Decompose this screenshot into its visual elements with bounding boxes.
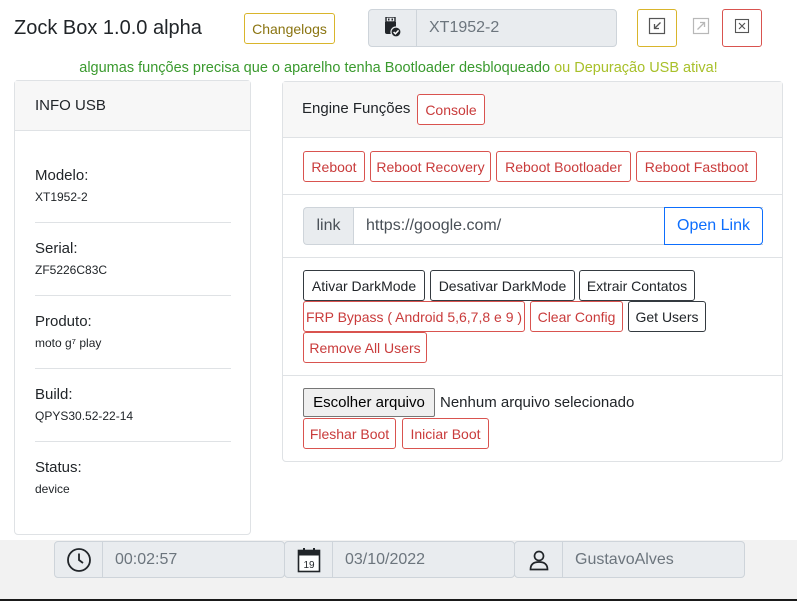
iniciar-boot-button[interactable]: Iniciar Boot (402, 418, 489, 449)
calendar-icon: 19 (285, 542, 333, 577)
clear-config-button[interactable]: Clear Config (530, 301, 623, 332)
date-value: 03/10/2022 (345, 550, 426, 568)
info-item-produto: Produto: moto g⁷ play (35, 313, 231, 350)
device-name: XT1952-2 (429, 19, 500, 36)
remove-all-users-button[interactable]: Remove All Users (303, 332, 427, 363)
user-field: GustavoAlves (514, 541, 745, 578)
device-selector[interactable]: XT1952-2 (368, 9, 617, 47)
info-label: Status: (35, 459, 82, 476)
restore-icon (648, 17, 666, 40)
changelogs-button[interactable]: Changelogs (244, 13, 335, 44)
frp-bypass-button[interactable]: FRP Bypass ( Android 5,6,7,8 e 9 ) (303, 301, 525, 332)
timer-field: 00:02:57 (54, 541, 285, 578)
warning-message-part2: ou Depuração USB ativa! (550, 60, 718, 76)
maximize-icon (692, 17, 710, 40)
user-icon (515, 542, 563, 577)
info-value: device (35, 482, 70, 496)
info-item-modelo: Modelo: XT1952-2 (35, 167, 231, 204)
user-value: GustavoAlves (575, 550, 674, 568)
info-label: Build: (35, 386, 73, 403)
timer-value: 00:02:57 (115, 550, 178, 568)
restore-window-button[interactable] (637, 9, 677, 47)
info-label: Produto: (35, 313, 92, 330)
fleshar-boot-button[interactable]: Fleshar Boot (303, 418, 396, 449)
reboot-fastboot-button[interactable]: Reboot Fastboot (636, 151, 757, 182)
info-value: QPYS30.52-22-14 (35, 409, 134, 423)
get-users-button[interactable]: Get Users (628, 301, 706, 332)
divider (283, 194, 782, 195)
engine-header: Engine Funções Console (283, 82, 782, 138)
close-icon (734, 18, 750, 39)
reboot-bootloader-button[interactable]: Reboot Bootloader (496, 151, 631, 182)
divider (283, 375, 782, 376)
extrair-contatos-button[interactable]: Extrair Contatos (579, 270, 695, 301)
date-field: 19 03/10/2022 (284, 541, 515, 578)
ativar-darkmode-button[interactable]: Ativar DarkMode (303, 270, 425, 301)
engine-title: Engine Funções (302, 100, 411, 117)
engine-panel: Engine Funções Console Reboot Reboot Rec… (282, 81, 783, 462)
desativar-darkmode-button[interactable]: Desativar DarkMode (430, 270, 575, 301)
calendar-day: 19 (303, 560, 315, 571)
maximize-window-button[interactable] (681, 9, 721, 47)
divider (35, 441, 231, 442)
info-usb-panel: INFO USB Modelo: XT1952-2 Serial: ZF5226… (14, 80, 251, 535)
divider (35, 368, 231, 369)
info-value: ZF5226C83C (35, 263, 108, 277)
warning-message-part1: algumas funções precisa que o aparelho t… (79, 60, 551, 76)
info-value: moto g⁷ play (35, 336, 102, 350)
choose-file-button[interactable]: Escolher arquivo (303, 388, 435, 417)
link-addon: link (303, 207, 353, 245)
info-usb-title: INFO USB (15, 81, 250, 131)
info-label: Modelo: (35, 167, 89, 184)
console-button[interactable]: Console (417, 94, 485, 125)
divider (35, 295, 231, 296)
open-link-button[interactable]: Open Link (664, 207, 763, 245)
reboot-button[interactable]: Reboot (303, 151, 365, 182)
reboot-recovery-button[interactable]: Reboot Recovery (370, 151, 491, 182)
divider (35, 222, 231, 223)
info-item-serial: Serial: ZF5226C83C (35, 240, 231, 277)
warning-message: algumas funções precisa que o aparelho t… (0, 60, 797, 76)
file-status-text: Nenhum arquivo selecionado (440, 394, 635, 411)
close-window-button[interactable] (722, 9, 762, 47)
divider (283, 257, 782, 258)
clock-icon (55, 542, 103, 577)
info-value: XT1952-2 (35, 190, 88, 204)
usb-device-check-icon (369, 10, 417, 46)
app-title: Zock Box 1.0.0 alpha (14, 17, 202, 39)
info-label: Serial: (35, 240, 78, 257)
info-item-build: Build: QPYS30.52-22-14 (35, 386, 231, 423)
info-item-status: Status: device (35, 459, 231, 496)
